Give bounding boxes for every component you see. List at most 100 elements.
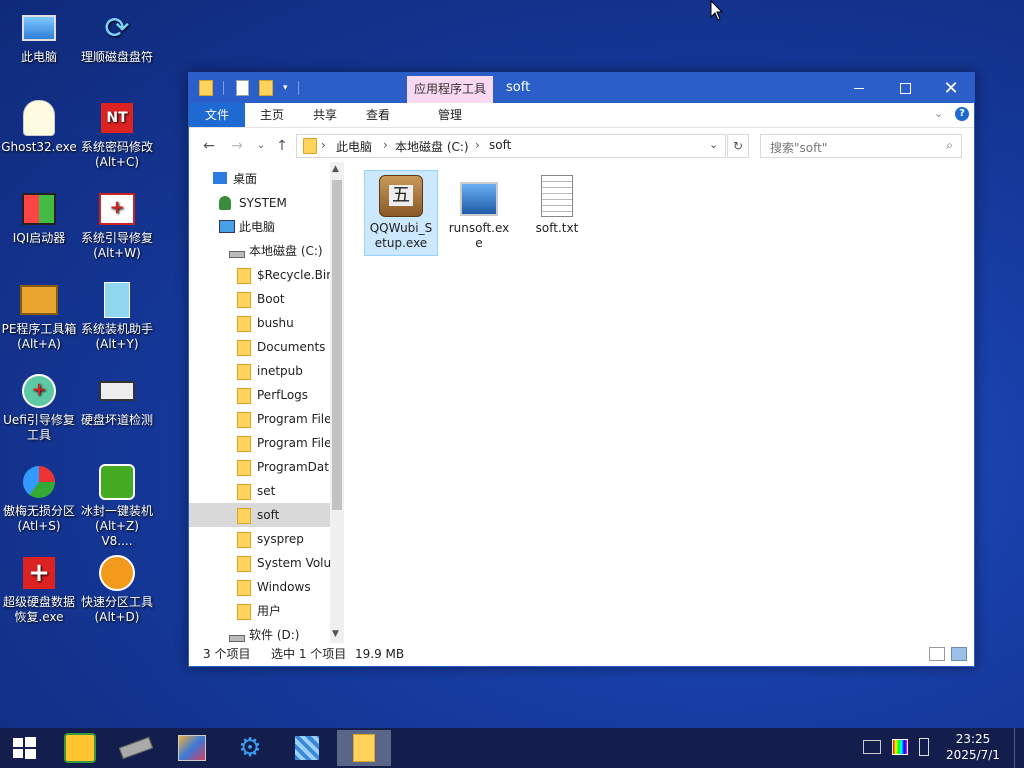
text-file-icon — [521, 173, 593, 219]
breadcrumb-drive-c[interactable]: 本地磁盘 (C:) — [395, 138, 469, 155]
tab-view[interactable]: 查看 — [357, 103, 399, 127]
tab-manage[interactable]: 管理 — [407, 103, 493, 127]
nav-tree-item[interactable]: 软件 (D:) — [189, 623, 330, 643]
breadcrumb-soft[interactable]: soft — [489, 138, 511, 152]
breadcrumb-separator[interactable]: › — [383, 138, 388, 152]
nav-tree-label: inetpub — [257, 364, 303, 378]
nav-tree-item[interactable]: $Recycle.Bin — [189, 263, 330, 287]
tab-home[interactable]: 主页 — [251, 103, 293, 127]
nav-tree-item[interactable]: 用户 — [189, 599, 330, 623]
maximize-button[interactable] — [882, 73, 928, 103]
folder-icon — [237, 412, 251, 428]
keyboard-icon[interactable] — [863, 740, 881, 754]
nav-tree-item[interactable]: 此电脑 — [189, 215, 330, 239]
taskbar-pe-tools[interactable] — [60, 732, 100, 764]
status-bar: 3 个项目 选中 1 个项目 19.9 MB — [189, 643, 974, 665]
usb-icon[interactable] — [919, 738, 929, 756]
folder-icon — [237, 460, 251, 476]
address-bar[interactable]: › 此电脑 › 本地磁盘 (C:) › soft ⌄ — [296, 134, 726, 158]
desktop-icon-refresh-arrows[interactable]: ⟳ 理顺磁盘盘符 — [78, 8, 156, 65]
nav-tree-item[interactable]: 桌面 — [189, 167, 330, 191]
desktop-icon-diskgenius[interactable]: 快速分区工具 (Alt+D) — [78, 553, 156, 625]
properties-icon[interactable] — [236, 80, 249, 96]
display-icon[interactable] — [892, 739, 908, 755]
taskbar-file-explorer[interactable] — [337, 730, 391, 766]
details-view-icon[interactable] — [929, 647, 945, 661]
customize-dropdown-icon[interactable]: ▾ — [283, 83, 288, 93]
nav-tree-item[interactable]: Boot — [189, 287, 330, 311]
forward-button[interactable]: → — [227, 136, 247, 156]
search-input[interactable]: 搜索"soft" ⌕ — [760, 134, 962, 158]
desktop-icon-first-aid-box[interactable]: + 系统引导修复 (Alt+W) — [78, 189, 156, 261]
taskbar-picture-tool[interactable] — [172, 732, 212, 764]
scroll-up-icon[interactable]: ▲ — [332, 164, 339, 174]
close-button[interactable]: ✕ — [928, 73, 974, 103]
nav-tree-item[interactable]: SYSTEM — [189, 191, 330, 215]
scroll-down-icon[interactable]: ▼ — [332, 629, 339, 639]
nav-tree-item[interactable]: Program File — [189, 431, 330, 455]
nav-tree-item[interactable]: Program File — [189, 407, 330, 431]
desktop-icon-label: 快速分区工具 (Alt+D) — [80, 595, 153, 624]
hard-disk-icon — [97, 371, 137, 411]
desktop-icon-uefi-repair[interactable]: + Uefi引导修复 工具 — [0, 371, 78, 443]
nav-tree-item[interactable]: ProgramDat — [189, 455, 330, 479]
back-button[interactable]: ← — [199, 136, 219, 156]
title-bar[interactable]: ▾ 应用程序工具 soft ✕ — [189, 73, 974, 103]
folder-icon — [237, 436, 251, 452]
breadcrumb-separator[interactable]: › — [321, 138, 326, 152]
taskbar-network[interactable] — [287, 732, 327, 764]
large-icons-view-icon[interactable] — [951, 647, 967, 661]
nav-tree-item[interactable]: sysprep — [189, 527, 330, 551]
desktop-icon-green-ghost[interactable]: 冰封一键装机 (Alt+Z) V8.... — [78, 462, 156, 549]
address-dropdown-icon[interactable]: ⌄ — [709, 138, 718, 151]
file-item[interactable]: runsoft.ex e — [442, 170, 516, 256]
nav-scrollbar[interactable]: ▲ ▼ — [330, 162, 344, 643]
desktop-icon-toolbox[interactable]: PE程序工具箱 (Alt+A) — [0, 280, 78, 352]
desktop-icon-ghost[interactable]: Ghost32.exe — [0, 98, 78, 155]
nav-tree-item[interactable]: soft — [189, 503, 330, 527]
nav-tree-item[interactable]: set — [189, 479, 330, 503]
clock[interactable]: 23:25 2025/7/1 — [941, 731, 1005, 763]
taskbar-memory[interactable] — [116, 732, 156, 764]
clock-date: 2025/7/1 — [946, 748, 1000, 762]
desktop-icon-label: 系统密码修改 (Alt+C) — [80, 140, 153, 169]
breadcrumb-separator[interactable]: › — [475, 138, 480, 152]
expand-ribbon-icon[interactable]: ⌄ — [934, 107, 943, 120]
taskbar-settings[interactable]: ⚙ — [230, 732, 270, 764]
nav-tree-label: sysprep — [257, 532, 304, 546]
desktop-icon-partition-pie[interactable]: 傲梅无损分区 (Atl+S) — [0, 462, 78, 534]
nav-tree-item[interactable]: 本地磁盘 (C:) — [189, 239, 330, 263]
file-item[interactable]: soft.txt — [520, 170, 594, 241]
desktop-icon-red-cross[interactable]: + 超级硬盘数据 恢复.exe — [0, 553, 78, 625]
refresh-button[interactable]: ↻ — [727, 134, 749, 158]
up-button[interactable]: ↑ — [272, 136, 292, 156]
show-desktop-button[interactable] — [1014, 728, 1024, 768]
desktop-icon-computer[interactable]: 此电脑 — [0, 8, 78, 65]
red-cross-icon: + — [19, 553, 59, 593]
nav-tree-label: bushu — [257, 316, 294, 330]
tab-share[interactable]: 共享 — [304, 103, 346, 127]
nav-tree-item[interactable]: bushu — [189, 311, 330, 335]
start-button[interactable] — [4, 732, 44, 764]
folder-icon — [237, 292, 251, 308]
new-folder-icon[interactable] — [259, 80, 273, 96]
desktop-icon-password-key[interactable]: NT 系统密码修改 (Alt+C) — [78, 98, 156, 170]
folder-icon[interactable] — [199, 80, 213, 96]
scroll-thumb[interactable] — [332, 180, 342, 510]
file-item[interactable]: 五 QQWubi_S etup.exe — [364, 170, 438, 256]
desktop-icon-install-helper[interactable]: 系统装机助手 (Alt+Y) — [78, 280, 156, 352]
nav-tree-item[interactable]: System Volu — [189, 551, 330, 575]
tab-file[interactable]: 文件 — [189, 103, 245, 127]
breadcrumb-this-pc[interactable]: 此电脑 — [336, 138, 372, 155]
folder-icon — [237, 580, 251, 596]
help-icon[interactable]: ? — [955, 107, 969, 121]
nav-tree-item[interactable]: Windows — [189, 575, 330, 599]
nav-tree-item[interactable]: PerfLogs — [189, 383, 330, 407]
desktop-icon-windows-flag[interactable]: IQI启动器 — [0, 189, 78, 246]
minimize-button[interactable] — [836, 73, 882, 103]
nav-tree-item[interactable]: Documents a — [189, 335, 330, 359]
recent-locations-button[interactable]: ⌄ — [251, 136, 271, 156]
nav-tree-label: Documents a — [257, 340, 330, 354]
desktop-icon-hard-disk[interactable]: 硬盘坏道检测 — [78, 371, 156, 428]
nav-tree-item[interactable]: inetpub — [189, 359, 330, 383]
